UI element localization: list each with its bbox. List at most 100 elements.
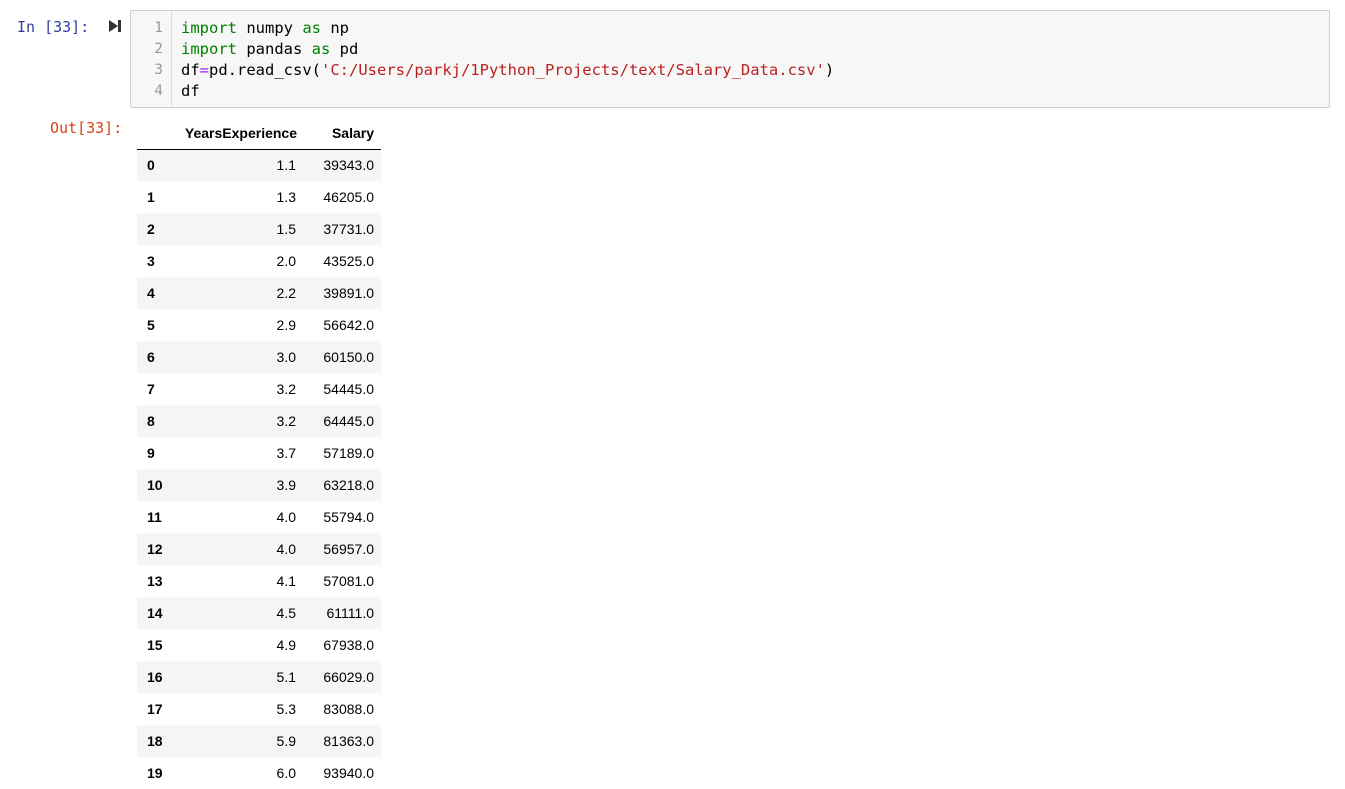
line-number: 4 bbox=[154, 83, 163, 99]
line-number: 2 bbox=[154, 41, 163, 57]
cell-salary: 63218.0 bbox=[323, 477, 374, 493]
row-index: 14 bbox=[147, 605, 163, 621]
line-number: 3 bbox=[154, 62, 163, 78]
cell-salary: 39343.0 bbox=[323, 157, 374, 174]
column-header-salary: Salary bbox=[304, 117, 381, 150]
table-row: 10 3.9 63218.0 bbox=[137, 469, 381, 501]
cell-yearsexperience: 5.1 bbox=[276, 669, 296, 685]
cell-yearsexperience: 5.9 bbox=[276, 733, 296, 749]
cell-salary: 56957.0 bbox=[323, 541, 374, 557]
cell-salary: 93940.0 bbox=[323, 765, 374, 781]
row-index: 19 bbox=[147, 765, 163, 781]
code-text: df bbox=[181, 81, 200, 102]
table-row: 12 4.0 56957.0 bbox=[137, 533, 381, 565]
table-row: 11 4.0 55794.0 bbox=[137, 501, 381, 533]
cell-yearsexperience: 4.0 bbox=[276, 541, 296, 557]
table-header-row: YearsExperience Salary bbox=[137, 117, 381, 150]
cell-yearsexperience: 1.5 bbox=[276, 221, 296, 237]
cell-yearsexperience: 4.5 bbox=[276, 605, 296, 621]
cell-salary: 81363.0 bbox=[323, 733, 374, 749]
row-index: 7 bbox=[147, 381, 155, 397]
table-row: 17 5.3 83088.0 bbox=[137, 693, 381, 725]
row-index: 0 bbox=[147, 157, 155, 174]
table-row: 5 2.9 56642.0 bbox=[137, 309, 381, 341]
code-cell-input[interactable]: 1 import numpy as np 2 import pandas as pd 3… bbox=[130, 10, 1330, 108]
input-prompt: In [33]: bbox=[17, 18, 90, 36]
table-row: 3 2.0 43525.0 bbox=[137, 245, 381, 277]
table-row: 14 4.5 61111.0 bbox=[137, 597, 381, 629]
row-index: 10 bbox=[147, 477, 163, 493]
cell-salary: 57189.0 bbox=[323, 445, 374, 461]
cell-yearsexperience: 3.7 bbox=[276, 445, 296, 461]
code-token: np bbox=[321, 19, 349, 37]
code-token: pd.read_csv( bbox=[209, 61, 321, 79]
column-header-yearsexperience: YearsExperience bbox=[175, 117, 304, 150]
code-token: pandas bbox=[237, 40, 312, 58]
code-keyword: as bbox=[311, 40, 331, 58]
cell-salary: 83088.0 bbox=[323, 701, 374, 717]
cell-yearsexperience: 4.1 bbox=[276, 573, 296, 589]
table-row: 4 2.2 39891.0 bbox=[137, 277, 381, 309]
row-index: 17 bbox=[147, 701, 163, 717]
table-row: 9 3.7 57189.0 bbox=[137, 437, 381, 469]
table-row: 0 1.1 39343.0 bbox=[137, 149, 381, 181]
code-keyword: as bbox=[302, 19, 321, 37]
table-body: 0 1.1 39343.0 1 1.3 46205.0 2 1.5 37731.0 3 2.0 435… bbox=[137, 149, 381, 789]
row-index: 5 bbox=[147, 317, 155, 333]
code-token: df bbox=[181, 82, 200, 100]
row-index: 12 bbox=[147, 541, 163, 557]
table-row: 15 4.9 67938.0 bbox=[137, 629, 381, 661]
table-row: 18 5.9 81363.0 bbox=[137, 725, 381, 757]
row-index: 16 bbox=[147, 669, 163, 685]
row-index: 13 bbox=[147, 573, 163, 589]
code-text: df=pd.read_csv('C:/Users/parkj/1Python_P… bbox=[181, 60, 834, 81]
index-header bbox=[137, 117, 175, 150]
table-row: 16 5.1 66029.0 bbox=[137, 661, 381, 693]
code-operator: = bbox=[199, 61, 210, 79]
cell-salary: 55794.0 bbox=[323, 509, 374, 525]
row-index: 4 bbox=[147, 285, 155, 301]
output-prompt: Out[33]: bbox=[50, 119, 123, 137]
cell-yearsexperience: 2.0 bbox=[276, 253, 296, 269]
cell-salary: 46205.0 bbox=[323, 189, 374, 205]
table-row: 8 3.2 64445.0 bbox=[137, 405, 381, 437]
row-index: 15 bbox=[147, 637, 163, 653]
cell-yearsexperience: 3.0 bbox=[276, 349, 296, 365]
cell-yearsexperience: 4.0 bbox=[276, 509, 296, 525]
row-index: 6 bbox=[147, 349, 155, 365]
cell-salary: 56642.0 bbox=[323, 317, 374, 333]
dataframe-table: YearsExperience Salary 0 1.1 39343.0 1 1.3 46… bbox=[137, 117, 381, 789]
code-text: import numpy as np bbox=[181, 18, 349, 39]
code-token: numpy bbox=[237, 19, 303, 37]
row-index: 3 bbox=[147, 253, 155, 269]
cell-salary: 60150.0 bbox=[323, 349, 374, 365]
cell-yearsexperience: 2.2 bbox=[276, 285, 296, 301]
table-row: 19 6.0 93940.0 bbox=[137, 757, 381, 789]
row-index: 8 bbox=[147, 413, 155, 429]
cell-salary: 57081.0 bbox=[323, 573, 374, 589]
row-index: 11 bbox=[147, 509, 162, 525]
cell-yearsexperience: 3.2 bbox=[276, 413, 296, 429]
code-string: 'C:/Users/parkj/1Python_Projects/text/Sa… bbox=[321, 61, 825, 79]
cell-salary: 61111.0 bbox=[326, 605, 375, 621]
cell-yearsexperience: 3.2 bbox=[276, 381, 296, 397]
cell-salary: 37731.0 bbox=[323, 221, 374, 237]
row-index: 1 bbox=[147, 189, 155, 205]
cell-yearsexperience: 1.1 bbox=[276, 157, 296, 174]
table-row: 6 3.0 60150.0 bbox=[137, 341, 381, 373]
line-number: 1 bbox=[154, 20, 163, 36]
cell-salary: 64445.0 bbox=[323, 413, 374, 429]
step-forward-icon[interactable] bbox=[108, 19, 122, 33]
row-index: 9 bbox=[147, 445, 155, 461]
cell-yearsexperience: 1.3 bbox=[276, 189, 296, 205]
row-index: 18 bbox=[147, 733, 163, 749]
cell-salary: 66029.0 bbox=[323, 669, 374, 685]
cell-yearsexperience: 3.9 bbox=[276, 477, 296, 493]
cell-salary: 67938.0 bbox=[323, 637, 374, 653]
cell-salary: 39891.0 bbox=[323, 285, 374, 301]
cell-yearsexperience: 2.9 bbox=[276, 317, 296, 333]
table-row: 1 1.3 46205.0 bbox=[137, 181, 381, 213]
cell-yearsexperience: 5.3 bbox=[276, 701, 296, 717]
cell-yearsexperience: 6.0 bbox=[276, 765, 296, 781]
code-token: ) bbox=[824, 61, 835, 79]
